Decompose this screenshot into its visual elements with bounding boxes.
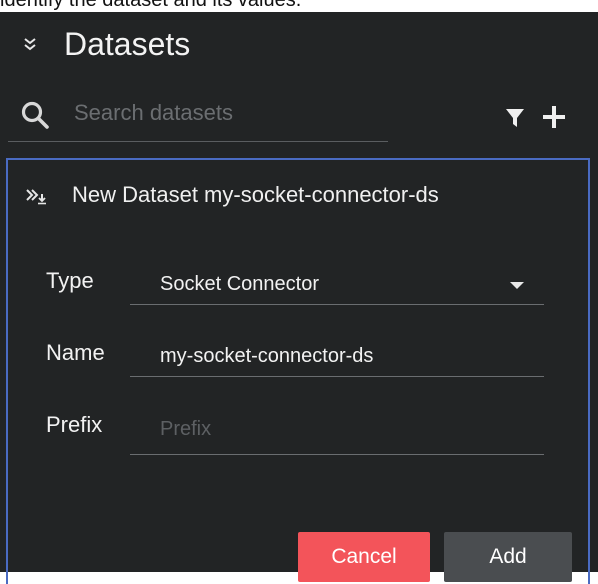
search-icon	[21, 101, 49, 129]
panel-title: Datasets	[64, 26, 191, 62]
new-dataset-card: New Dataset my-socket-connector-ds Type …	[6, 158, 590, 584]
dataset-expand-icon	[26, 189, 46, 205]
search-input[interactable]	[74, 98, 374, 128]
card-header: New Dataset my-socket-connector-ds	[8, 180, 588, 210]
prefix-input[interactable]	[160, 414, 530, 444]
type-underline	[130, 304, 544, 305]
card-title: New Dataset my-socket-connector-ds	[72, 182, 439, 207]
plus-icon[interactable]	[541, 104, 567, 130]
name-label: Name	[46, 340, 105, 365]
datasets-panel: Datasets New Dataset my-socket-connector…	[0, 12, 598, 584]
page-caption-text: identify the dataset and its values.	[0, 0, 302, 11]
chevron-double-down-icon[interactable]	[22, 37, 38, 53]
add-button[interactable]: Add	[444, 532, 572, 582]
caret-down-icon	[510, 282, 524, 289]
prefix-underline	[130, 454, 544, 455]
name-field[interactable]: my-socket-connector-ds	[130, 338, 544, 378]
name-value: my-socket-connector-ds	[160, 345, 374, 367]
cancel-button[interactable]: Cancel	[298, 532, 430, 582]
prefix-label: Prefix	[46, 412, 103, 437]
panel-header: Datasets	[0, 12, 598, 82]
search-bar	[0, 90, 598, 146]
type-label: Type	[46, 268, 94, 293]
type-value: Socket Connector	[160, 273, 319, 295]
filter-icon[interactable]	[505, 108, 525, 128]
prefix-field-wrapper	[130, 410, 544, 456]
type-select[interactable]: Socket Connector	[130, 266, 544, 306]
page-caption: identify the dataset and its values.	[0, 0, 598, 12]
search-underline	[8, 141, 388, 142]
name-underline	[130, 376, 544, 377]
